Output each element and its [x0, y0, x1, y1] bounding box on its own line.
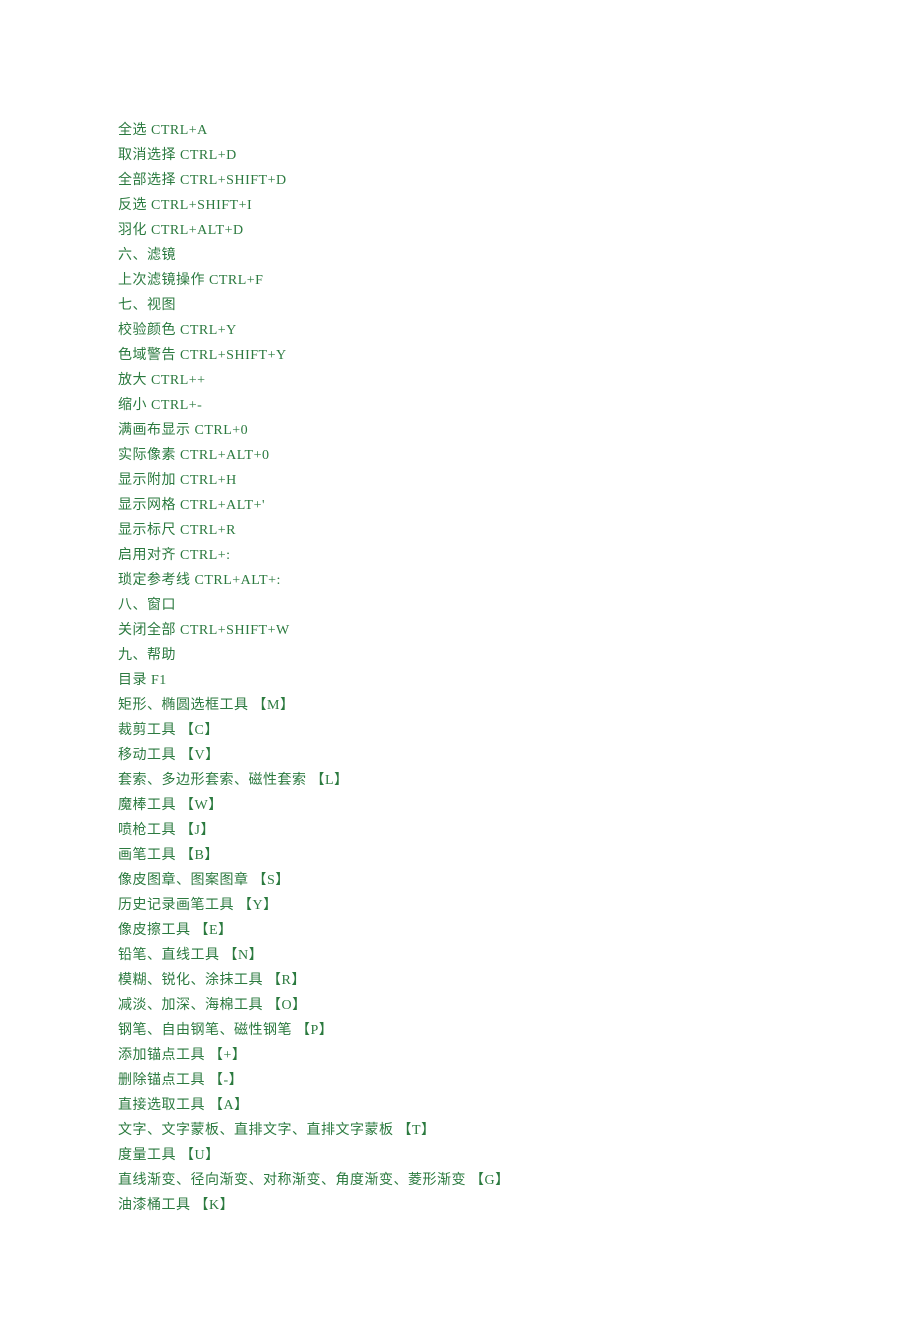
text-line: 矩形、椭圆选框工具 【M】 — [118, 693, 802, 718]
text-line: 启用对齐 CTRL+: — [118, 543, 802, 568]
text-line: 八、窗口 — [118, 593, 802, 618]
text-line: 魔棒工具 【W】 — [118, 793, 802, 818]
text-line: 显示附加 CTRL+H — [118, 468, 802, 493]
text-line: 移动工具 【V】 — [118, 743, 802, 768]
text-line: 模糊、锐化、涂抹工具 【R】 — [118, 968, 802, 993]
text-line: 直接选取工具 【A】 — [118, 1093, 802, 1118]
text-line: 放大 CTRL++ — [118, 368, 802, 393]
text-line: 校验颜色 CTRL+Y — [118, 318, 802, 343]
text-line: 喷枪工具 【J】 — [118, 818, 802, 843]
text-line: 反选 CTRL+SHIFT+I — [118, 193, 802, 218]
text-line: 钢笔、自由钢笔、磁性钢笔 【P】 — [118, 1018, 802, 1043]
text-line: 删除锚点工具 【-】 — [118, 1068, 802, 1093]
text-line: 油漆桶工具 【K】 — [118, 1193, 802, 1218]
text-line: 裁剪工具 【C】 — [118, 718, 802, 743]
text-line: 直线渐变、径向渐变、对称渐变、角度渐变、菱形渐变 【G】 — [118, 1168, 802, 1193]
text-line: 全选 CTRL+A — [118, 118, 802, 143]
text-line: 套索、多边形套索、磁性套索 【L】 — [118, 768, 802, 793]
text-line: 像皮擦工具 【E】 — [118, 918, 802, 943]
text-line: 添加锚点工具 【+】 — [118, 1043, 802, 1068]
text-line: 显示网格 CTRL+ALT+' — [118, 493, 802, 518]
text-line: 色域警告 CTRL+SHIFT+Y — [118, 343, 802, 368]
text-line: 关闭全部 CTRL+SHIFT+W — [118, 618, 802, 643]
text-line: 目录 F1 — [118, 668, 802, 693]
text-line: 显示标尺 CTRL+R — [118, 518, 802, 543]
text-line: 羽化 CTRL+ALT+D — [118, 218, 802, 243]
text-line: 减淡、加深、海棉工具 【O】 — [118, 993, 802, 1018]
text-content: 全选 CTRL+A取消选择 CTRL+D全部选择 CTRL+SHIFT+D反选 … — [118, 118, 802, 1218]
text-line: 七、视图 — [118, 293, 802, 318]
text-line: 上次滤镜操作 CTRL+F — [118, 268, 802, 293]
text-line: 满画布显示 CTRL+0 — [118, 418, 802, 443]
document-page: 全选 CTRL+A取消选择 CTRL+D全部选择 CTRL+SHIFT+D反选 … — [0, 0, 920, 1336]
text-line: 像皮图章、图案图章 【S】 — [118, 868, 802, 893]
text-line: 度量工具 【U】 — [118, 1143, 802, 1168]
text-line: 缩小 CTRL+- — [118, 393, 802, 418]
text-line: 取消选择 CTRL+D — [118, 143, 802, 168]
text-line: 九、帮助 — [118, 643, 802, 668]
text-line: 实际像素 CTRL+ALT+0 — [118, 443, 802, 468]
text-line: 琐定参考线 CTRL+ALT+: — [118, 568, 802, 593]
text-line: 文字、文字蒙板、直排文字、直排文字蒙板 【T】 — [118, 1118, 802, 1143]
text-line: 画笔工具 【B】 — [118, 843, 802, 868]
text-line: 全部选择 CTRL+SHIFT+D — [118, 168, 802, 193]
text-line: 历史记录画笔工具 【Y】 — [118, 893, 802, 918]
text-line: 六、滤镜 — [118, 243, 802, 268]
text-line: 铅笔、直线工具 【N】 — [118, 943, 802, 968]
